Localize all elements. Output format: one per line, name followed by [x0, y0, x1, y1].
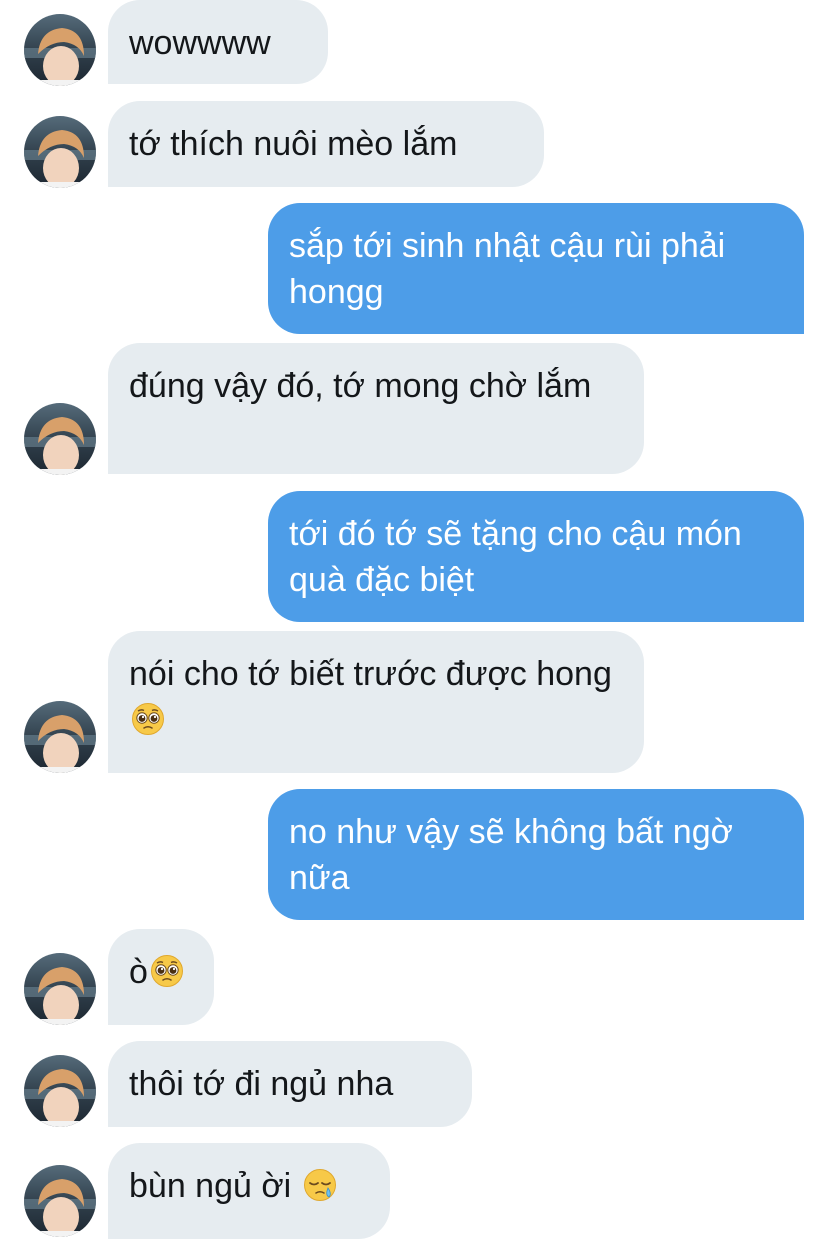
message-text: no như vậy sẽ không bất ngờ nữa — [289, 813, 733, 897]
avatar[interactable] — [24, 701, 96, 773]
message-text: tớ thích nuôi mèo lắm — [129, 125, 458, 163]
message-bubble-incoming[interactable]: ò — [108, 929, 214, 1025]
message-text: ò — [129, 953, 148, 991]
message-text: đúng vậy đó, tớ mong chờ lắm — [129, 367, 592, 405]
avatar[interactable] — [24, 953, 96, 1025]
conversation-thread: wowwww tớ thích nuôi mèo lắm sắp tới sin… — [0, 0, 828, 1247]
avatar[interactable] — [24, 116, 96, 188]
avatar[interactable] — [24, 403, 96, 475]
avatar[interactable] — [24, 1055, 96, 1127]
message-bubble-incoming[interactable]: thôi tớ đi ngủ nha — [108, 1041, 472, 1127]
message-text: nói cho tớ biết trước được hong — [129, 655, 612, 693]
message-text: sắp tới sinh nhật cậu rùi phải hongg — [289, 227, 726, 311]
pleading-face-icon — [150, 954, 184, 988]
message-text: thôi tớ đi ngủ nha — [129, 1065, 394, 1103]
sleepy-face-icon — [303, 1168, 337, 1202]
pleading-face-icon — [131, 702, 165, 736]
avatar[interactable] — [24, 1165, 96, 1237]
message-bubble-incoming[interactable]: tớ thích nuôi mèo lắm — [108, 101, 544, 187]
message-bubble-incoming[interactable]: nói cho tớ biết trước được hong — [108, 631, 644, 773]
message-text: bùn ngủ ời — [129, 1167, 301, 1205]
message-bubble-incoming[interactable]: bùn ngủ ời — [108, 1143, 390, 1239]
avatar[interactable] — [24, 14, 96, 86]
message-bubble-outgoing[interactable]: sắp tới sinh nhật cậu rùi phải hongg — [268, 203, 804, 334]
message-bubble-outgoing[interactable]: no như vậy sẽ không bất ngờ nữa — [268, 789, 804, 920]
message-bubble-outgoing[interactable]: tới đó tớ sẽ tặng cho cậu món quà đặc bi… — [268, 491, 804, 622]
message-bubble-incoming[interactable]: wowwww — [108, 0, 328, 84]
message-bubble-incoming[interactable]: đúng vậy đó, tớ mong chờ lắm — [108, 343, 644, 474]
message-text: tới đó tớ sẽ tặng cho cậu món quà đặc bi… — [289, 515, 742, 599]
message-text: wowwww — [129, 24, 271, 62]
